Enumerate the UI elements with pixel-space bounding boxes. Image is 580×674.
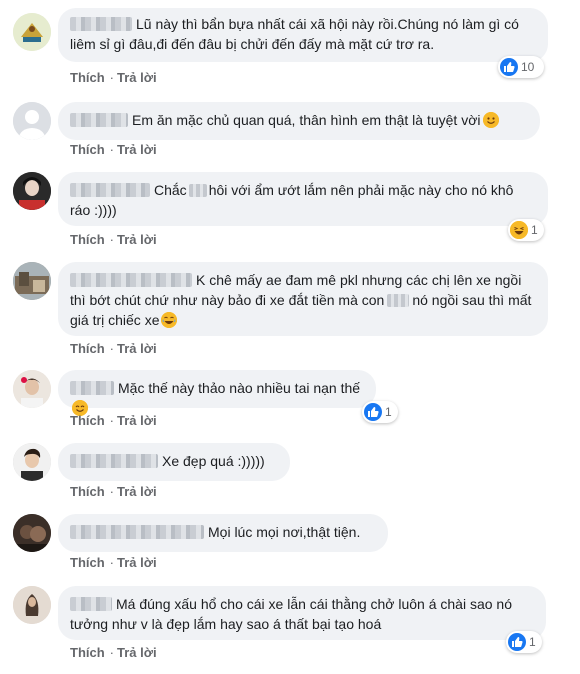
separator: · xyxy=(109,142,115,157)
reply-link[interactable]: Trả lời xyxy=(117,555,157,570)
author-name-blurred[interactable] xyxy=(70,381,114,395)
like-link[interactable]: Thích xyxy=(70,232,105,247)
like-link[interactable]: Thích xyxy=(70,70,105,85)
comment-actions: Thích · Trả lời xyxy=(70,555,159,570)
reply-link[interactable]: Trả lời xyxy=(117,413,157,428)
like-link[interactable]: Thích xyxy=(70,484,105,499)
author-name-blurred[interactable] xyxy=(70,597,112,611)
comment-bubble: Mọi lúc mọi nơi,thật tiện. xyxy=(58,514,388,552)
avatar[interactable] xyxy=(13,370,51,408)
comment-text: Mặc thế này thảo nào nhiều tai nạn thế xyxy=(118,380,361,396)
separator: · xyxy=(109,413,115,428)
separator: · xyxy=(109,645,115,660)
comment-bubble: Lũ này thì bẩn bựa nhất cái xã hội này r… xyxy=(58,8,548,62)
separator: · xyxy=(109,555,115,570)
like-link[interactable]: Thích xyxy=(70,555,105,570)
avatar[interactable] xyxy=(13,514,51,552)
comment-bubble: Chắc hôi với ẩm ướt lắm nên phải mặc này … xyxy=(58,172,548,226)
reaction-count[interactable]: 10 xyxy=(498,56,544,78)
comment-actions: Thích · Trả lời xyxy=(70,645,159,660)
avatar[interactable] xyxy=(13,586,51,624)
comment-bubble: Mặc thế này thảo nào nhiều tai nạn thế xyxy=(58,370,376,416)
like-link[interactable]: Thích xyxy=(70,413,105,428)
comment-text-a: Chắc xyxy=(154,182,187,198)
comment-bubble: Xe đẹp quá :))))) xyxy=(58,443,290,481)
avatar[interactable] xyxy=(13,13,51,51)
comment-text: Má đúng xấu hổ cho cái xe lẫn cái thằng … xyxy=(70,596,512,632)
avatar[interactable] xyxy=(13,172,51,210)
reply-link[interactable]: Trả lời xyxy=(117,70,157,85)
author-name-blurred[interactable] xyxy=(70,113,128,127)
reaction-count[interactable]: 1 xyxy=(362,401,398,423)
like-icon xyxy=(364,403,382,421)
comment-text: Xe đẹp quá :))))) xyxy=(162,453,265,469)
author-name-blurred[interactable] xyxy=(70,183,150,197)
reaction-number: 1 xyxy=(529,635,536,649)
reply-link[interactable]: Trả lời xyxy=(117,341,157,356)
author-name-blurred[interactable] xyxy=(70,17,132,31)
reply-link[interactable]: Trả lời xyxy=(117,645,157,660)
avatar[interactable] xyxy=(13,262,51,300)
like-icon xyxy=(508,633,526,651)
comment-actions: Thích · Trả lời xyxy=(70,413,159,428)
author-name-blurred[interactable] xyxy=(70,273,192,287)
comment-actions: Thích · Trả lời xyxy=(70,142,159,157)
reply-link[interactable]: Trả lời xyxy=(117,484,157,499)
avatar[interactable] xyxy=(13,443,51,481)
separator: · xyxy=(109,341,115,356)
separator: · xyxy=(109,70,115,85)
redacted-word xyxy=(387,294,410,307)
reaction-number: 1 xyxy=(385,405,392,419)
comment-actions: Thích · Trả lời xyxy=(70,232,159,247)
comment-actions: Thích · Trả lời xyxy=(70,70,159,85)
like-link[interactable]: Thích xyxy=(70,142,105,157)
comment-text: Mọi lúc mọi nơi,thật tiện. xyxy=(208,524,361,540)
laugh-emoji xyxy=(161,312,178,328)
avatar[interactable] xyxy=(13,102,51,140)
reaction-number: 10 xyxy=(521,60,535,74)
separator: · xyxy=(109,484,115,499)
comment-text: Lũ này thì bẩn bựa nhất cái xã hội này r… xyxy=(70,16,519,52)
comment-actions: Thích · Trả lời xyxy=(70,341,159,356)
haha-icon xyxy=(510,221,528,239)
comment-text: Em ăn mặc chủ quan quá, thân hình em thậ… xyxy=(132,112,481,128)
separator: · xyxy=(109,232,115,247)
like-icon xyxy=(500,58,518,76)
comment-actions: Thích · Trả lời xyxy=(70,484,159,499)
redacted-word xyxy=(188,184,207,197)
reply-link[interactable]: Trả lời xyxy=(117,232,157,247)
reaction-count[interactable]: 1 xyxy=(508,219,544,241)
smile-emoji xyxy=(482,112,499,128)
like-link[interactable]: Thích xyxy=(70,645,105,660)
reaction-count[interactable]: 1 xyxy=(506,631,542,653)
like-link[interactable]: Thích xyxy=(70,341,105,356)
comment-bubble: Má đúng xấu hổ cho cái xe lẫn cái thằng … xyxy=(58,586,546,640)
author-name-blurred[interactable] xyxy=(70,454,158,468)
comment-bubble: Em ăn mặc chủ quan quá, thân hình em thậ… xyxy=(58,102,540,140)
reaction-number: 1 xyxy=(531,223,538,237)
author-name-blurred[interactable] xyxy=(70,525,204,539)
comment-bubble: K chê mấy ae đam mê pkl nhưng các chị lê… xyxy=(58,262,548,336)
reply-link[interactable]: Trả lời xyxy=(117,142,157,157)
